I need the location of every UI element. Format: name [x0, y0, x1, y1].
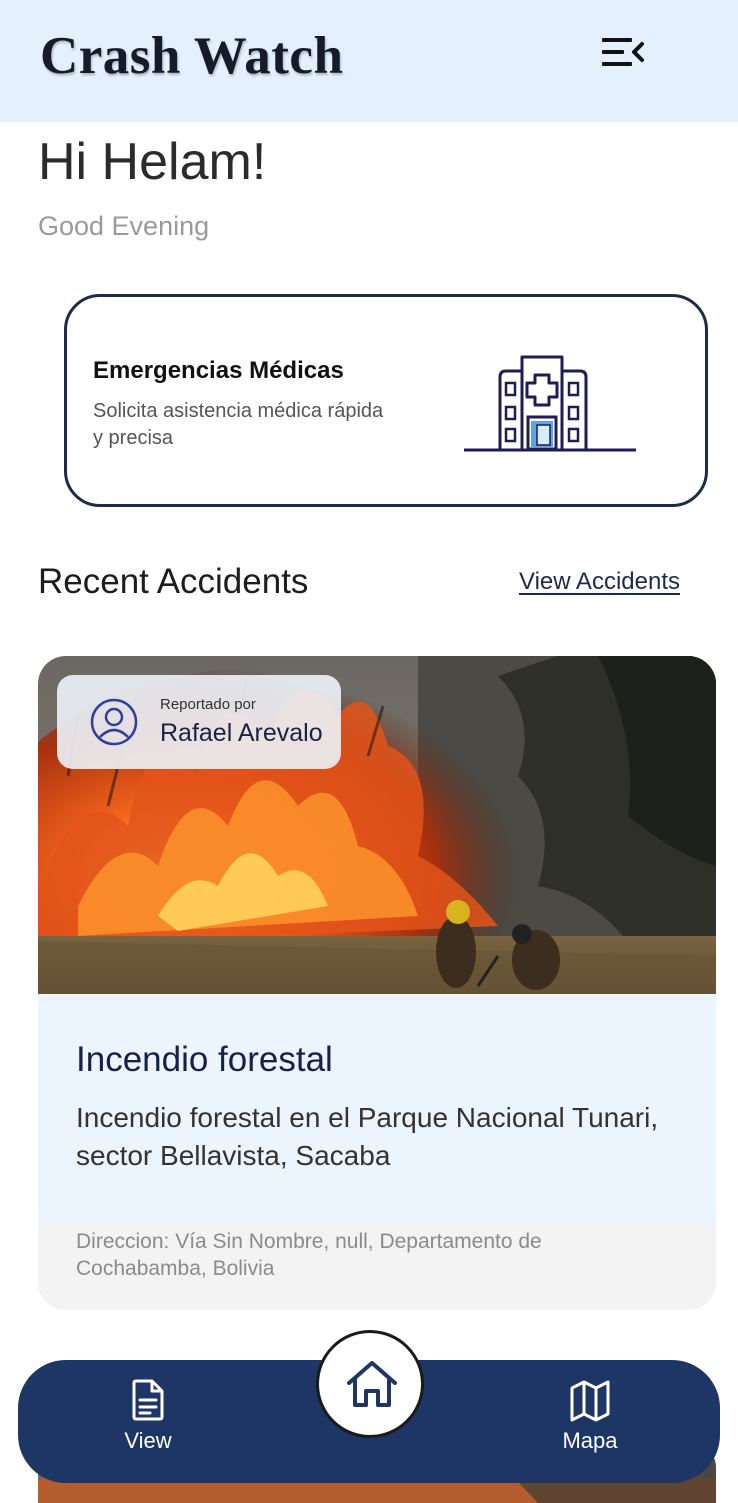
emergency-card-title: Emergencias Médicas — [93, 357, 344, 384]
nav-mapa[interactable]: Mapa — [530, 1360, 650, 1483]
accident-body: Incendio forestal Incendio forestal en e… — [38, 994, 716, 1224]
accident-footer: Direccion: Vía Sin Nombre, null, Departa… — [38, 1224, 716, 1310]
nav-view[interactable]: View — [88, 1360, 208, 1483]
reporter-chip: Reportado por Rafael Arevalo — [57, 675, 341, 769]
section-title: Recent Accidents — [38, 562, 309, 601]
document-icon — [132, 1379, 164, 1421]
reporter-name: Rafael Arevalo — [160, 719, 323, 747]
greeting-subtitle: Good Evening — [38, 211, 210, 241]
accident-description: Incendio forestal en el Parque Nacional … — [76, 1102, 659, 1171]
map-icon — [570, 1380, 610, 1422]
reported-by-label: Reportado por — [160, 696, 256, 713]
view-accidents-link[interactable]: View Accidents — [519, 568, 680, 596]
app-header: Crash Watch — [0, 0, 738, 122]
nav-mapa-label: Mapa — [562, 1428, 618, 1453]
menu-button[interactable] — [594, 28, 652, 76]
home-icon — [347, 1361, 397, 1407]
emergency-card[interactable]: Emergencias Médicas Solicita asistencia … — [64, 294, 708, 507]
menu-collapse-icon — [602, 38, 644, 66]
accident-address: Direccion: Vía Sin Nombre, null, Departa… — [76, 1230, 542, 1280]
hospital-icon — [464, 355, 636, 452]
home-button[interactable] — [316, 1330, 424, 1438]
accident-card[interactable]: Reportado por Rafael Arevalo Incendio fo… — [38, 656, 716, 1310]
app-title: Crash Watch — [40, 27, 344, 85]
emergency-card-description: Solicita asistencia médica rápida y prec… — [93, 400, 384, 449]
greeting-title: Hi Helam! — [38, 133, 267, 191]
accident-photo: Reportado por Rafael Arevalo — [38, 656, 716, 994]
nav-view-label: View — [124, 1428, 172, 1453]
user-avatar-icon — [90, 698, 138, 746]
accident-title: Incendio forestal — [76, 1040, 333, 1079]
